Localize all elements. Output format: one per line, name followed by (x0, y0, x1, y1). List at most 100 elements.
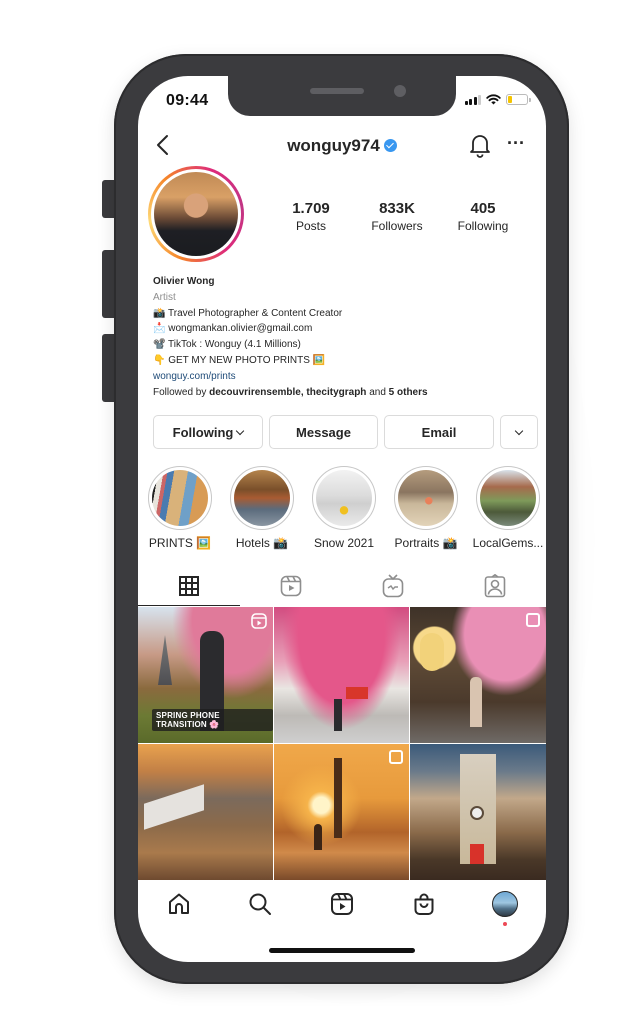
nav-shop[interactable] (383, 882, 465, 926)
highlight-item[interactable]: LocalGems... (473, 466, 543, 550)
pedestrian-silhouette (470, 677, 482, 727)
followed-by-prefix: Followed by (153, 386, 210, 398)
profile-tabs (138, 566, 546, 606)
profile-link[interactable]: wonguy.com/prints (153, 369, 533, 385)
profile-avatar[interactable] (148, 166, 244, 262)
boat (144, 784, 204, 830)
highlight-label: Portraits 📸 (394, 536, 458, 550)
signal-icon (464, 94, 481, 105)
igtv-icon (382, 574, 404, 598)
highlight-label: LocalGems... (472, 536, 544, 550)
highlight-item[interactable]: Snow 2021 (312, 466, 376, 550)
suggested-accounts-button[interactable] (500, 415, 538, 449)
grid-post[interactable] (274, 607, 409, 743)
profile-header: wonguy974 ··· (138, 126, 546, 166)
highlight-item[interactable]: Hotels 📸 (230, 466, 294, 550)
stat-followers[interactable]: 833K Followers (354, 200, 440, 233)
message-button[interactable]: Message (269, 415, 378, 449)
highlight-cover (480, 470, 536, 526)
lamp-post-silhouette (334, 758, 342, 838)
home-indicator[interactable] (269, 948, 415, 953)
stat-label: Posts (295, 219, 326, 233)
nav-profile[interactable] (464, 882, 546, 926)
profile-category: Artist (153, 291, 176, 303)
posts-grid: SPRING PHONE TRANSITION 🌸 (138, 607, 546, 880)
phone-screen: 09:44 wonguy974 ··· 1.709 Posts 833K Fol… (138, 76, 546, 962)
bell-icon[interactable] (468, 132, 492, 158)
bio-line: 👇 GET MY NEW PHOTO PRINTS 🖼️ (153, 354, 326, 366)
stat-following[interactable]: 405 Following (440, 200, 526, 233)
nav-reels[interactable] (301, 882, 383, 926)
lantern (420, 633, 444, 671)
avatar-image (154, 172, 238, 256)
profile-avatar-icon (492, 891, 519, 917)
stat-posts[interactable]: 1.709 Posts (268, 200, 354, 233)
followed-by-names: decouvrirensemble, thecitygraph (209, 386, 367, 398)
profile-bio: Olivier Wong Artist 📸 Travel Photographe… (153, 274, 533, 400)
tab-igtv[interactable] (342, 566, 444, 606)
stat-label: Followers (371, 219, 423, 233)
highlight-cover (398, 470, 454, 526)
nav-search[interactable] (220, 882, 302, 926)
status-time: 09:44 (166, 92, 209, 109)
email-button[interactable]: Email (384, 415, 494, 449)
following-label: Following (172, 424, 234, 440)
tab-posts-grid[interactable] (138, 566, 240, 606)
shopping-bag-icon (414, 893, 434, 915)
eiffel-tower-silhouette (158, 635, 172, 685)
grid-post[interactable] (274, 744, 409, 880)
followed-by-suffix: and (366, 386, 389, 398)
tagged-user-icon (484, 574, 506, 598)
reels-icon (330, 893, 353, 915)
search-icon (249, 893, 272, 915)
highlight-label: PRINTS 🖼️ (148, 536, 212, 550)
grid-post[interactable] (138, 744, 273, 880)
stat-value: 833K (379, 200, 415, 217)
speaker-grille (310, 88, 364, 94)
bio-line: 📸 Travel Photographer & Content Creator (153, 307, 343, 319)
grid-post[interactable] (410, 607, 546, 743)
highlight-item[interactable]: PRINTS 🖼️ (148, 466, 212, 550)
more-horizontal-icon[interactable]: ··· (506, 134, 526, 156)
grid-post[interactable]: SPRING PHONE TRANSITION 🌸 (138, 607, 273, 743)
reel-badge-icon (251, 613, 267, 629)
highlight-label: Hotels 📸 (235, 536, 289, 550)
wifi-icon (486, 94, 501, 105)
grid-icon (179, 576, 199, 596)
grid-post[interactable] (410, 744, 546, 880)
bottom-navigation (138, 882, 546, 926)
chevron-down-icon (514, 426, 524, 435)
username-text: wonguy974 (287, 136, 380, 155)
home-icon (168, 893, 189, 914)
following-button[interactable]: Following (153, 415, 263, 449)
post-caption-overlay: SPRING PHONE TRANSITION 🌸 (152, 709, 273, 731)
story-highlights: PRINTS 🖼️ Hotels 📸 Snow 2021 Portraits 📸… (148, 466, 543, 550)
chevron-down-icon (236, 426, 245, 435)
profile-stats: 1.709 Posts 833K Followers 405 Following (268, 200, 526, 233)
notch (228, 76, 456, 116)
tab-reels[interactable] (240, 566, 342, 606)
stat-label: Following (457, 219, 509, 233)
highlight-label: Snow 2021 (313, 536, 375, 550)
pedestrian-silhouette (314, 824, 322, 850)
bio-line: 📩 wongmankan.olivier@gmail.com (153, 323, 313, 335)
stat-value: 405 (470, 200, 496, 217)
status-icons (464, 94, 531, 105)
notification-dot (503, 922, 508, 926)
carousel-badge-icon (526, 613, 540, 627)
nav-home[interactable] (138, 882, 220, 926)
pedestrian-silhouette (334, 699, 342, 731)
highlight-item[interactable]: Portraits 📸 (394, 466, 458, 550)
red-door (470, 844, 484, 864)
tab-tagged[interactable] (444, 566, 546, 606)
reels-icon (280, 575, 302, 597)
followed-by-others: 5 others (388, 386, 428, 398)
profile-actions: Following Message Email (153, 415, 538, 449)
battery-icon (506, 94, 531, 105)
stat-value: 1.709 (292, 200, 330, 217)
verified-badge-icon (383, 139, 397, 153)
bio-line: 📽️ TikTok : Wonguy (4.1 Millions) (153, 339, 301, 351)
followed-by[interactable]: Followed by decouvrirensemble, thecitygr… (153, 385, 533, 401)
battery-level (508, 96, 512, 103)
carousel-badge-icon (389, 750, 403, 764)
